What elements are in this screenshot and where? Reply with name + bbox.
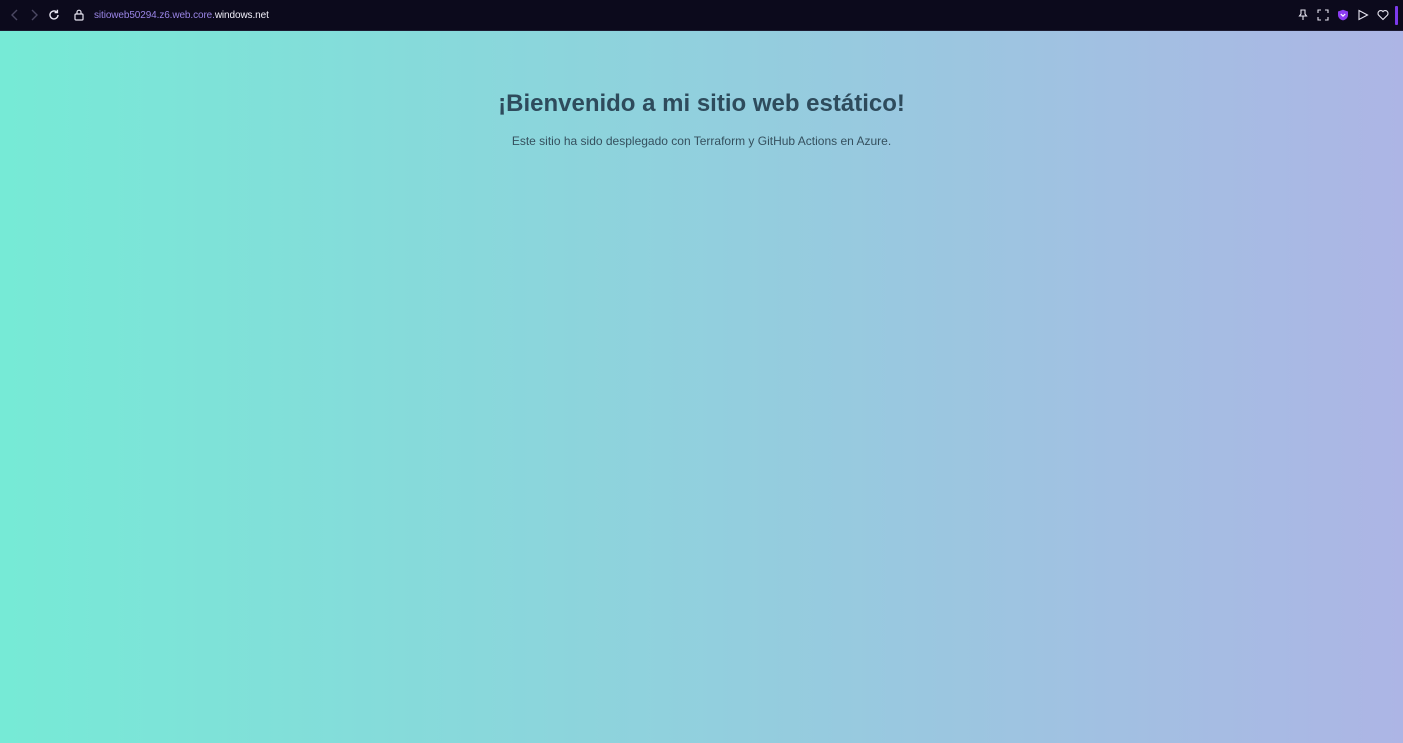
lock-icon	[74, 9, 84, 21]
url-domain: windows.net	[214, 10, 269, 21]
favorite-button[interactable]	[1377, 9, 1389, 21]
forward-button[interactable]	[27, 8, 41, 22]
url-subdomain: sitioweb50294.z6.web.core.	[94, 10, 215, 21]
reload-icon	[48, 9, 60, 21]
shield-icon	[1337, 9, 1349, 21]
send-icon	[1357, 9, 1369, 21]
browser-toolbar: sitioweb50294.z6.web.core.windows.net	[0, 0, 1403, 31]
page-title: ¡Bienvenido a mi sitio web estático!	[498, 90, 905, 117]
reload-button[interactable]	[47, 8, 61, 22]
pin-button[interactable]	[1297, 9, 1309, 21]
address-bar[interactable]: sitioweb50294.z6.web.core.windows.net	[94, 9, 269, 22]
screenshot-icon	[1317, 9, 1329, 21]
pin-icon	[1298, 9, 1308, 21]
back-button[interactable]	[8, 8, 22, 22]
shield-button[interactable]	[1337, 9, 1349, 21]
page-subtitle: Este sitio ha sido desplegado con Terraf…	[511, 134, 892, 148]
forward-icon	[29, 9, 39, 21]
sidebar-accent-handle[interactable]	[1395, 6, 1398, 25]
send-button[interactable]	[1357, 9, 1369, 21]
screenshot-button[interactable]	[1317, 9, 1329, 21]
page-content: ¡Bienvenido a mi sitio web estático! Est…	[0, 31, 1403, 743]
back-icon	[10, 9, 20, 21]
site-info-button[interactable]	[72, 8, 86, 22]
heart-icon	[1377, 9, 1389, 21]
